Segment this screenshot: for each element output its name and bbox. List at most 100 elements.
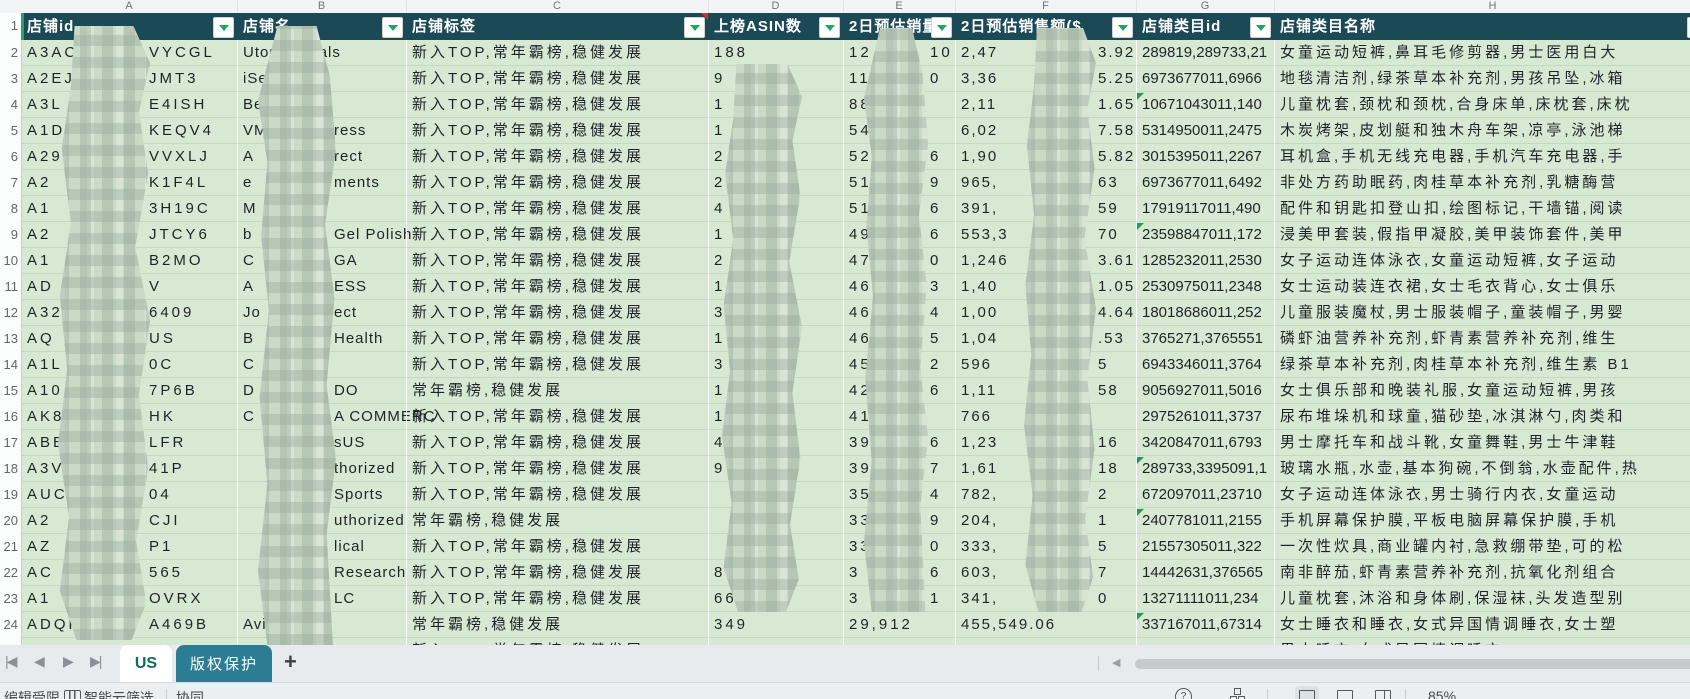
column-letter-D[interactable]: D bbox=[708, 0, 844, 13]
cell-store-tag[interactable]: 常年霸榜,稳健发展 bbox=[406, 612, 708, 638]
help-icon[interactable]: ? bbox=[1175, 688, 1192, 699]
column-header-H[interactable]: 店铺类目名称 bbox=[1274, 13, 1690, 40]
cell-category-names[interactable]: 一次性炊具,商业罐内衬,急救绷带垫,可的松 bbox=[1274, 534, 1690, 560]
row-header-12[interactable]: 12 bbox=[0, 300, 22, 327]
row-header-24[interactable]: 24 bbox=[0, 612, 22, 639]
cell-category-names[interactable]: 南非醉茄,虾青素营养补充剂,抗氧化剂组合 bbox=[1274, 560, 1690, 586]
cell-store-tag[interactable]: 常年霸榜,稳健发展 bbox=[406, 508, 708, 534]
cell-store-tag[interactable]: 新入TOP,常年霸榜,稳健发展 bbox=[406, 118, 708, 144]
cell-category-names[interactable]: 女童运动短裤,鼻耳毛修剪器,男士医用白大 bbox=[1274, 40, 1690, 66]
sheet-tab-us[interactable]: US bbox=[120, 645, 172, 682]
row-header-14[interactable]: 14 bbox=[0, 352, 22, 379]
filter-button-B[interactable] bbox=[382, 17, 403, 38]
cell-category-names[interactable]: 耳机盒,手机无线充电器,手机汽车充电器,手 bbox=[1274, 144, 1690, 170]
cell-category-id[interactable]: 2530975011,2348 bbox=[1136, 274, 1274, 300]
horizontal-scrollbar-thumb[interactable] bbox=[1135, 659, 1690, 669]
cell-store-tag[interactable]: 新入TOP,常年霸榜,稳健发展 bbox=[406, 40, 708, 66]
column-letter-A[interactable]: A bbox=[21, 0, 238, 13]
row-header-23[interactable]: 23 bbox=[0, 586, 22, 613]
cell-amount-estimate[interactable]: 455,549.06 bbox=[955, 612, 1136, 638]
filter-button-A[interactable] bbox=[213, 17, 234, 38]
cell-asin-count[interactable]: 349 bbox=[708, 612, 843, 638]
cell-category-names[interactable]: 女士运动装连衣裙,女士毛衣背心,女士俱乐 bbox=[1274, 274, 1690, 300]
status-item[interactable]: 编辑受限 bbox=[4, 688, 60, 699]
cell-store-tag[interactable]: 新入TOP,常年霸榜,稳健发展 bbox=[406, 456, 708, 482]
cell-category-id[interactable]: 13271111011,234 bbox=[1136, 586, 1274, 612]
cell-category-id[interactable]: 289819,289733,21 bbox=[1136, 40, 1274, 66]
row-header-1[interactable]: 1 bbox=[0, 13, 22, 41]
cell-category-id[interactable]: 1285232011,2530 bbox=[1136, 248, 1274, 274]
cell-category-names[interactable]: 磷虾油营养补充剂,虾青素营养补充剂,维生 bbox=[1274, 326, 1690, 352]
cell-category-names[interactable]: 玻璃水瓶,水壶,基本狗碗,不倒翁,水壶配件,热 bbox=[1274, 456, 1690, 482]
cell-category-id[interactable]: 21557305011,322 bbox=[1136, 534, 1274, 560]
prev-sheet-button[interactable]: ◀ bbox=[34, 653, 45, 670]
hscroll-left-arrow[interactable]: ◀ bbox=[1112, 656, 1120, 669]
column-letter-F[interactable]: F bbox=[955, 0, 1137, 13]
row-header-16[interactable]: 16 bbox=[0, 404, 22, 431]
cell-category-names[interactable]: 浸美甲套装,假指甲凝胶,美甲装饰套件,美甲 bbox=[1274, 222, 1690, 248]
cell-category-names[interactable]: 儿童枕套,颈枕和颈枕,合身床单,床枕套,床枕 bbox=[1274, 92, 1690, 118]
cell-store-tag[interactable]: 新入TOP,常年霸榜,稳健发展 bbox=[406, 196, 708, 222]
cell-category-id[interactable]: 289733,3395091,1 bbox=[1136, 456, 1274, 482]
view-normal-button[interactable] bbox=[1295, 686, 1319, 699]
cell-category-id[interactable]: 23598847011,172 bbox=[1136, 222, 1274, 248]
cell-category-id[interactable]: 9056927011,5016 bbox=[1136, 378, 1274, 404]
cell-category-names[interactable]: 地毯清洁剂,绿茶草本补充剂,男孩吊坠,冰箱 bbox=[1274, 66, 1690, 92]
share-nodes-icon[interactable] bbox=[1230, 688, 1245, 699]
cell-category-id[interactable]: 3765271,3765551 bbox=[1136, 326, 1274, 352]
cell-category-id[interactable]: 2407781011,2155 bbox=[1136, 508, 1274, 534]
add-sheet-button[interactable]: + bbox=[284, 649, 297, 675]
next-sheet-button[interactable]: ▶ bbox=[63, 653, 74, 670]
cell-asin-count[interactable]: 188 bbox=[708, 40, 843, 66]
row-header-10[interactable]: 10 bbox=[0, 248, 22, 275]
column-letter-G[interactable]: G bbox=[1136, 0, 1275, 13]
cell-store-tag[interactable]: 新入TOP,常年霸榜,稳健发展 bbox=[406, 482, 708, 508]
sheet-tab-copyright[interactable]: 版权保护 bbox=[176, 645, 272, 682]
row-header-4[interactable]: 4 bbox=[0, 92, 22, 119]
row-header-20[interactable]: 20 bbox=[0, 508, 22, 535]
cell-store-tag[interactable]: 新入TOP,常年霸榜,稳健发展 bbox=[406, 352, 708, 378]
row-header-19[interactable]: 19 bbox=[0, 482, 22, 509]
column-letter-B[interactable]: B bbox=[237, 0, 407, 13]
cell-category-id[interactable]: 6973677011,6966 bbox=[1136, 66, 1274, 92]
cell-store-tag[interactable]: 新入TOP,常年霸榜,稳健发展 bbox=[406, 404, 708, 430]
row-header-8[interactable]: 8 bbox=[0, 196, 22, 223]
cell-store-tag[interactable]: 新入TOP,常年霸榜,稳健发展 bbox=[406, 430, 708, 456]
cell-category-id[interactable]: 337167011,67314 bbox=[1136, 612, 1274, 638]
column-letter-C[interactable]: C bbox=[406, 0, 709, 13]
column-header-C[interactable]: 店铺标签 bbox=[406, 13, 708, 40]
first-sheet-button[interactable]: |◀ bbox=[5, 653, 17, 670]
column-header-B[interactable]: 店铺名 bbox=[237, 13, 406, 40]
cell-store-tag[interactable]: 新入TOP,常年霸榜,稳健发展 bbox=[406, 222, 708, 248]
cell-category-id[interactable]: 2975261011,3737 bbox=[1136, 404, 1274, 430]
cell-category-names[interactable]: 女士俱乐部和晚装礼服,女童运动短裤,男孩 bbox=[1274, 378, 1690, 404]
cell-category-id[interactable]: 18018686011,252 bbox=[1136, 300, 1274, 326]
cell-category-names[interactable]: 手机屏幕保护膜,平板电脑屏幕保护膜,手机 bbox=[1274, 508, 1690, 534]
cell-category-names[interactable]: 女子运动连体泳衣,男士骑行内衣,女童运动 bbox=[1274, 482, 1690, 508]
cell-store-tag[interactable]: 新入TOP,常年霸榜,稳健发展 bbox=[406, 66, 708, 92]
cell-category-id[interactable]: 5314950011,2475 bbox=[1136, 118, 1274, 144]
row-header-6[interactable]: 6 bbox=[0, 144, 22, 171]
zoom-level[interactable]: 85% bbox=[1428, 688, 1456, 699]
row-header-7[interactable]: 7 bbox=[0, 170, 22, 197]
last-sheet-button[interactable]: ▶| bbox=[90, 653, 102, 670]
cell-category-names[interactable]: 女子运动连体泳衣,女童运动短裤,女子运动 bbox=[1274, 248, 1690, 274]
cell-category-names[interactable]: 男士摩托车和战斗靴,女童舞鞋,男士牛津鞋 bbox=[1274, 430, 1690, 456]
cell-category-names[interactable]: 女士睡衣和睡衣,女式异国情调睡衣,女士塑 bbox=[1274, 612, 1690, 638]
cell-store-tag[interactable]: 新入TOP,常年霸榜,稳健发展 bbox=[406, 326, 708, 352]
cell-category-id[interactable]: 6973677011,6492 bbox=[1136, 170, 1274, 196]
cell-category-id[interactable]: 672097011,23710 bbox=[1136, 482, 1274, 508]
row-header-15[interactable]: 15 bbox=[0, 378, 22, 405]
view-page-break-button[interactable] bbox=[1371, 686, 1395, 699]
cell-category-id[interactable]: 10671043011,140 bbox=[1136, 92, 1274, 118]
view-page-layout-button[interactable] bbox=[1333, 686, 1357, 699]
row-header-22[interactable]: 22 bbox=[0, 560, 22, 587]
row-header-5[interactable]: 5 bbox=[0, 118, 22, 145]
cell-category-id[interactable]: 14442631,376565 bbox=[1136, 560, 1274, 586]
cell-store-tag[interactable]: 新入TOP,常年霸榜,稳健发展 bbox=[406, 586, 708, 612]
cell-store-tag[interactable]: 新入TOP,常年霸榜,稳健发展 bbox=[406, 248, 708, 274]
status-item[interactable]: 智能云筛选 bbox=[84, 688, 154, 699]
row-header-13[interactable]: 13 bbox=[0, 326, 22, 353]
column-header-G[interactable]: 店铺类目id bbox=[1136, 13, 1274, 40]
cell-store-tag[interactable]: 新入TOP,常年霸榜,稳健发展 bbox=[406, 534, 708, 560]
